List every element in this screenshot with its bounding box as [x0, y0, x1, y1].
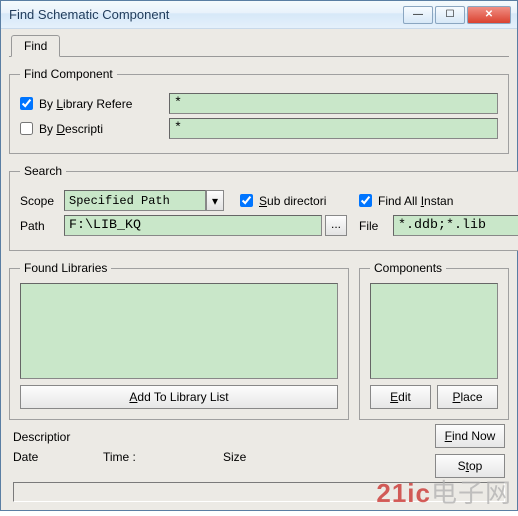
path-label: Path: [20, 219, 64, 233]
place-button-label: Place: [452, 390, 482, 404]
add-to-library-list-button[interactable]: Add To Library List: [20, 385, 338, 409]
found-libraries-group: Found Libraries Add To Library List: [9, 261, 349, 420]
components-list[interactable]: [370, 283, 498, 379]
date-label: Date: [13, 450, 103, 464]
place-button[interactable]: Place: [437, 385, 498, 409]
found-libraries-list[interactable]: [20, 283, 338, 379]
time-label: Time :: [103, 450, 223, 464]
maximize-button[interactable]: ☐: [435, 6, 465, 24]
window-title: Find Schematic Component: [9, 7, 401, 22]
find-all-instances-checkbox[interactable]: [359, 194, 372, 207]
sub-directories-label: Sub directori: [259, 194, 359, 208]
scope-value: Specified Path: [64, 190, 206, 211]
by-description-label: By Descripti: [39, 122, 169, 136]
by-library-ref-input[interactable]: [169, 93, 498, 114]
sub-directories-checkbox[interactable]: [240, 194, 253, 207]
titlebar[interactable]: Find Schematic Component — ☐ ✕: [1, 1, 517, 29]
stop-button[interactable]: Stop: [435, 454, 505, 478]
by-library-ref-label: By Library Refere: [39, 97, 169, 111]
file-filter-input[interactable]: [393, 215, 518, 236]
tab-strip: Find: [9, 35, 509, 57]
stop-label: Stop: [458, 459, 483, 473]
by-description-input[interactable]: [169, 118, 498, 139]
tab-find[interactable]: Find: [11, 35, 60, 57]
find-component-legend: Find Component: [20, 67, 117, 81]
add-to-library-list-label: Add To Library List: [129, 390, 228, 404]
find-now-label: Find Now: [445, 429, 496, 443]
find-all-instances-label: Find All Instan: [378, 194, 453, 208]
browse-button[interactable]: ...: [325, 215, 347, 236]
client-area: Find Find Component By Library Refere By…: [1, 29, 517, 510]
find-component-group: Find Component By Library Refere By Desc…: [9, 67, 509, 154]
size-label: Size: [223, 450, 246, 464]
find-now-button[interactable]: Find Now: [435, 424, 505, 448]
by-description-checkbox[interactable]: [20, 122, 33, 135]
status-area: Descriptior Date Time : Size Find Now St…: [9, 420, 509, 502]
scope-dropdown-button[interactable]: ▾: [206, 190, 224, 211]
search-legend: Search: [20, 164, 66, 178]
minimize-button[interactable]: —: [403, 6, 433, 24]
edit-button-label: Edit: [390, 390, 411, 404]
tab-find-label: Find: [24, 39, 47, 53]
components-legend: Components: [370, 261, 446, 275]
scope-label: Scope: [20, 194, 64, 208]
found-libraries-legend: Found Libraries: [20, 261, 111, 275]
search-group: Search Scope Specified Path ▾ Sub direct…: [9, 164, 518, 251]
description-label: Descriptior: [13, 430, 103, 444]
components-group: Components Edit Place: [359, 261, 509, 420]
file-label: File: [359, 219, 393, 233]
scope-select[interactable]: Specified Path ▾: [64, 190, 224, 211]
dialog-window: Find Schematic Component — ☐ ✕ Find Find…: [0, 0, 518, 511]
status-bar: [13, 482, 505, 502]
chevron-down-icon: ▾: [212, 194, 218, 208]
by-library-ref-checkbox[interactable]: [20, 97, 33, 110]
path-input[interactable]: [64, 215, 322, 236]
edit-button[interactable]: Edit: [370, 385, 431, 409]
close-button[interactable]: ✕: [467, 6, 511, 24]
